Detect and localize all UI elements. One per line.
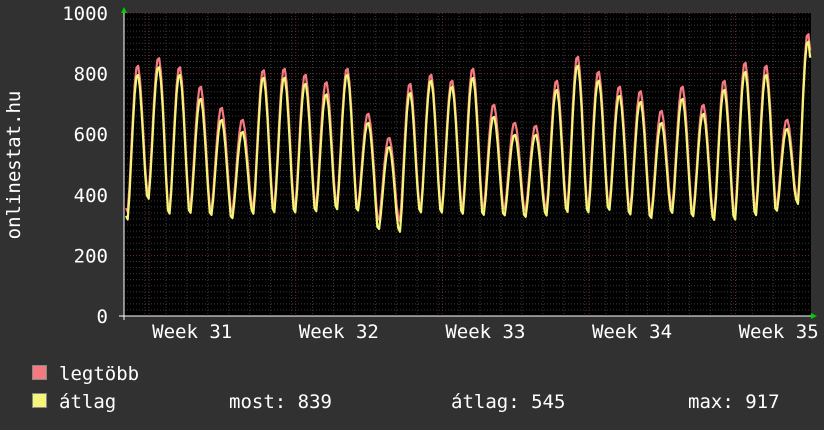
y-axis-label: onlinestat.hu: [3, 91, 25, 240]
x-tick-label: Week 31: [152, 321, 232, 343]
y-tick-label: 1000: [62, 3, 108, 25]
x-axis-arrow: [811, 313, 817, 319]
y-tick-label: 0: [97, 306, 108, 328]
y-axis-arrow: [121, 7, 127, 13]
chart: 02004006008001000 Week 31 Week 32 Week 33 W…: [3, 3, 819, 343]
y-tick-label: 600: [74, 124, 108, 146]
stat-max: max: 917: [688, 391, 780, 413]
y-tick-label: 200: [74, 245, 108, 267]
legend-label-atlag: átlag: [59, 391, 117, 413]
y-tick-label: 800: [74, 64, 108, 86]
legend-item-legtobb: legtöbb: [32, 363, 139, 385]
legend-label-legtobb: legtöbb: [59, 363, 140, 385]
x-axis-ticks: Week 31 Week 32 Week 33 Week 34 Week 35: [152, 321, 819, 343]
atlag-swatch: [32, 393, 47, 408]
stat-most: most: 839: [229, 391, 332, 413]
y-tick-label: 400: [74, 185, 108, 207]
x-tick-label: Week 33: [445, 321, 525, 343]
x-tick-label: Week 35: [739, 321, 819, 343]
x-tick-label: Week 32: [299, 321, 379, 343]
stat-atlag: átlag: 545: [451, 391, 566, 413]
y-axis-ticks: 0 200 400 600 800 1000: [62, 3, 108, 328]
legend-item-atlag: átlag: [32, 391, 116, 413]
x-tick-label: Week 34: [592, 321, 672, 343]
legtobb-swatch: [32, 365, 47, 380]
